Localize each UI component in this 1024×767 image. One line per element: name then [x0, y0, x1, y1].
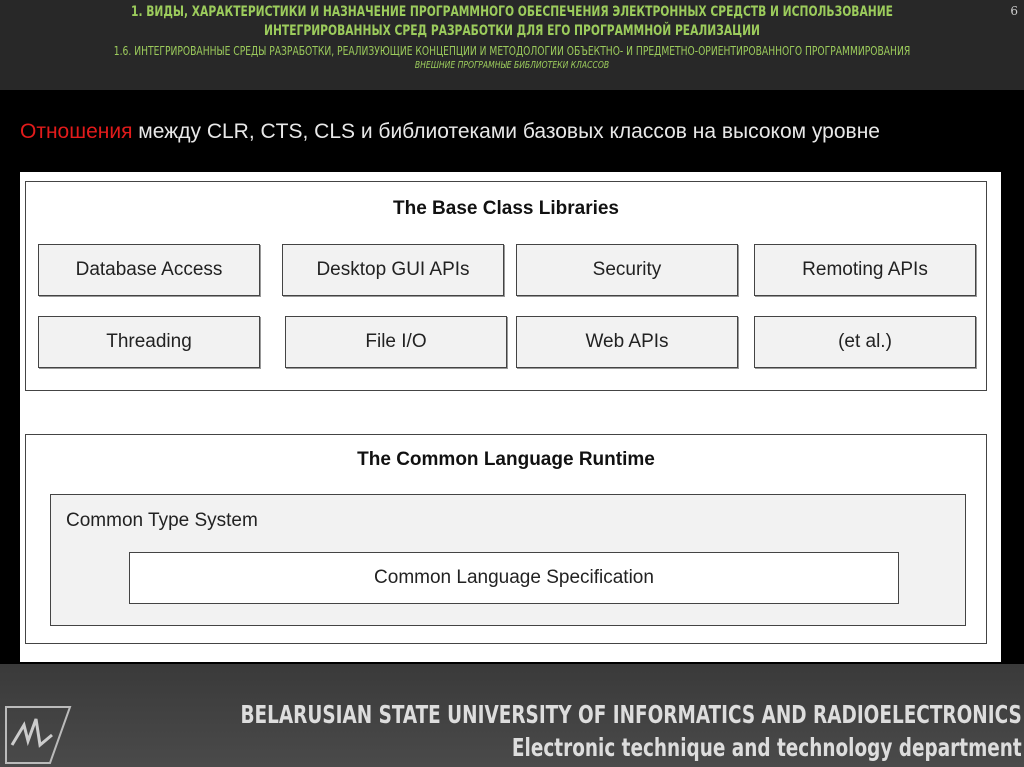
department-name: Electronic technique and technology depa…	[512, 733, 1022, 762]
bcl-item: File I/O	[285, 316, 507, 368]
topic-title: ВНЕШНИЕ ПРОГРАМНЫЕ БИБЛИОТЕКИ КЛАССОВ	[414, 60, 610, 71]
bcl-title: The Base Class Libraries	[393, 198, 619, 219]
university-name: BELARUSIAN STATE UNIVERSITY OF INFORMATI…	[240, 700, 1022, 729]
cls-box: Common Language Specification	[129, 552, 899, 604]
bcl-item: Database Access	[38, 244, 260, 296]
chapter-title: 1. ВИДЫ, ХАРАКТЕРИСТИКИ И НАЗНАЧЕНИЕ ПРО…	[131, 4, 893, 39]
cts-label: Common Type System	[66, 510, 258, 531]
bcl-item: Remoting APIs	[754, 244, 976, 296]
slide-subtitle: Отношения между CLR, CTS, CLS и библиоте…	[20, 120, 880, 144]
bcl-item: (et al.)	[754, 316, 976, 368]
slide-header: 1. ВИДЫ, ХАРАКТЕРИСТИКИ И НАЗНАЧЕНИЕ ПРО…	[0, 0, 1024, 90]
clr-panel: The Common Language Runtime Common Type …	[25, 434, 987, 644]
bcl-item: Threading	[38, 316, 260, 368]
section-title: 1.6. ИНТЕГРИРОВАННЫЕ СРЕДЫ РАЗРАБОТКИ, Р…	[113, 44, 911, 58]
cts-panel: Common Type System Common Language Speci…	[50, 494, 966, 626]
bcl-panel: The Base Class Libraries Database Access…	[25, 181, 987, 391]
architecture-diagram: The Base Class Libraries Database Access…	[20, 172, 1001, 662]
subtitle-highlight: Отношения	[20, 120, 133, 143]
clr-title: The Common Language Runtime	[357, 449, 655, 470]
university-logo-icon	[5, 706, 72, 764]
subtitle-rest: между CLR, CTS, CLS и библиотеками базов…	[132, 120, 880, 143]
bcl-item: Web APIs	[516, 316, 738, 368]
bcl-item: Desktop GUI APIs	[282, 244, 504, 296]
page-number: 6	[1010, 4, 1018, 18]
bcl-item: Security	[516, 244, 738, 296]
